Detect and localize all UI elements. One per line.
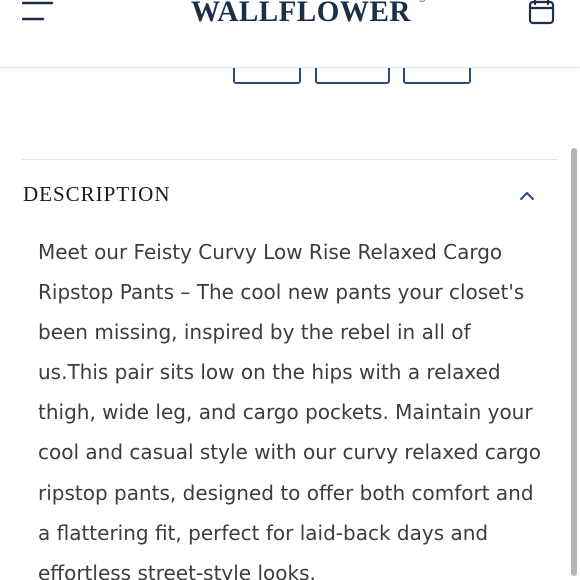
description-title: DESCRIPTION [23, 182, 171, 206]
description-line: Meet our Feisty Curvy Low Rise Relaxed C… [38, 240, 503, 264]
shopping-bag-icon [528, 0, 555, 25]
brand-logo-text: WALLFLOWER [191, 0, 411, 28]
scrollbar[interactable] [571, 148, 577, 576]
cart-button[interactable] [526, 0, 558, 26]
site-header: WALLFLOWER ® [0, 0, 580, 68]
description-line: Ripstop Pants – The cool new pants your … [38, 280, 525, 305]
description-line: us.This pair sits low on the hips with a… [38, 360, 501, 385]
menu-button[interactable] [21, 0, 54, 24]
description-accordion-header[interactable]: DESCRIPTION [22, 160, 558, 232]
product-description: Meet our Feisty Curvy Low Rise Relaxed C… [38, 232, 548, 580]
brand-logo[interactable]: WALLFLOWER ® [191, 0, 425, 32]
chevron-up-icon [520, 192, 534, 200]
description-line: been missing, inspired by the rebel in a… [38, 320, 471, 345]
description-line: cool and casual style with our curvy rel… [38, 440, 541, 465]
description-line: a flattering fit, perfect for laid-back … [38, 520, 489, 545]
description-line: effortless street-style looks. [38, 560, 316, 580]
description-line: thigh, wide leg, and cargo pockets. Main… [38, 400, 533, 425]
registered-mark: ® [419, 0, 426, 6]
hamburger-menu-icon [21, 1, 54, 21]
description-line: ripstop pants, designed to offer both co… [38, 480, 534, 505]
